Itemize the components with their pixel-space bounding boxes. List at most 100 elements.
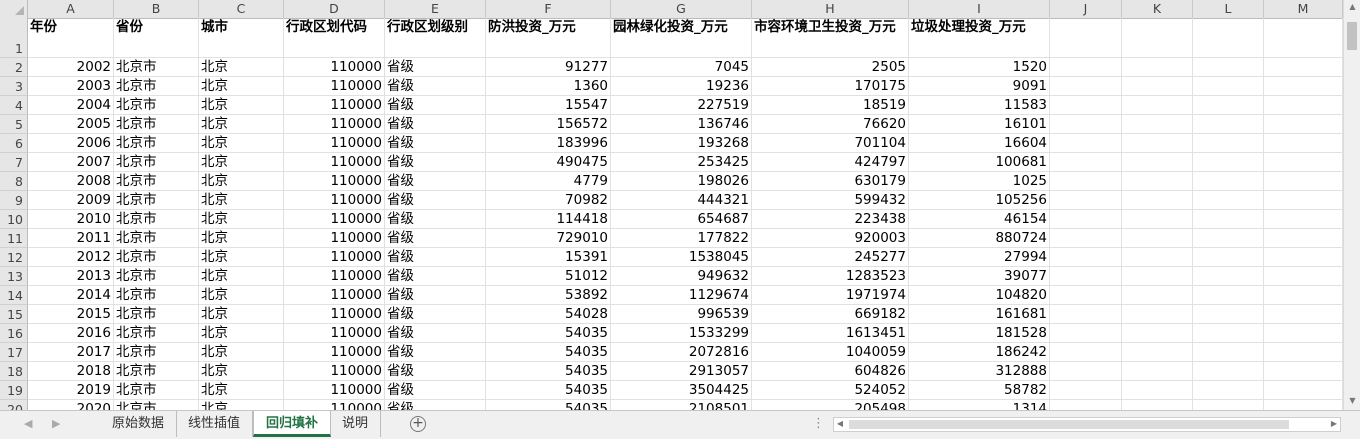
cell-j[interactable] — [1050, 305, 1122, 324]
cell-l[interactable] — [1193, 305, 1264, 324]
cell-k[interactable] — [1122, 248, 1193, 267]
row-header-13[interactable]: 13 — [0, 267, 28, 286]
cell-m[interactable] — [1264, 267, 1343, 286]
cell-c[interactable]: 北京 — [199, 286, 284, 305]
cell-l[interactable] — [1193, 134, 1264, 153]
cell-d[interactable]: 110000 — [284, 96, 385, 115]
cell-h[interactable]: 669182 — [752, 305, 909, 324]
cell-g[interactable]: 136746 — [611, 115, 752, 134]
row-header-1[interactable]: 1 — [0, 18, 28, 58]
cell-c[interactable]: 北京 — [199, 96, 284, 115]
cell-d[interactable]: 110000 — [284, 267, 385, 286]
cell-b[interactable]: 北京市 — [114, 153, 199, 172]
cell-h[interactable]: 630179 — [752, 172, 909, 191]
cell-h[interactable]: 1971974 — [752, 286, 909, 305]
cell-b[interactable]: 北京市 — [114, 172, 199, 191]
cell-l[interactable] — [1193, 400, 1264, 410]
cell-e[interactable]: 省级 — [385, 96, 486, 115]
cell-i[interactable]: 1025 — [909, 172, 1050, 191]
cell-c[interactable]: 北京 — [199, 229, 284, 248]
row-header-15[interactable]: 15 — [0, 305, 28, 324]
cell-l[interactable] — [1193, 229, 1264, 248]
scroll-right-icon[interactable]: ▶ — [1328, 419, 1340, 428]
cell-l[interactable] — [1193, 77, 1264, 96]
cell-k[interactable] — [1122, 153, 1193, 172]
cell-g[interactable]: 227519 — [611, 96, 752, 115]
cell-m[interactable] — [1264, 400, 1343, 410]
cell-c[interactable]: 北京 — [199, 343, 284, 362]
cell-e[interactable]: 省级 — [385, 191, 486, 210]
cell-i[interactable]: 161681 — [909, 305, 1050, 324]
cell-g[interactable]: 177822 — [611, 229, 752, 248]
cell-e[interactable]: 省级 — [385, 115, 486, 134]
cell-k[interactable] — [1122, 134, 1193, 153]
cell-c[interactable]: 北京 — [199, 324, 284, 343]
row-header-9[interactable]: 9 — [0, 191, 28, 210]
cell-l[interactable] — [1193, 267, 1264, 286]
cell-b[interactable]: 北京市 — [114, 305, 199, 324]
cell-d[interactable]: 110000 — [284, 58, 385, 77]
row-header-8[interactable]: 8 — [0, 172, 28, 191]
cell-b[interactable]: 北京市 — [114, 248, 199, 267]
cell-g[interactable]: 193268 — [611, 134, 752, 153]
cell-i[interactable]: 9091 — [909, 77, 1050, 96]
cell-e[interactable]: 省级 — [385, 153, 486, 172]
cell-d[interactable]: 110000 — [284, 172, 385, 191]
cell-f[interactable]: 15547 — [486, 96, 611, 115]
cell-f[interactable]: 54035 — [486, 324, 611, 343]
column-header-a[interactable]: A — [28, 0, 114, 18]
cell-f[interactable]: 183996 — [486, 134, 611, 153]
cell-j[interactable] — [1050, 400, 1122, 410]
cell-f[interactable]: 729010 — [486, 229, 611, 248]
cell-a[interactable]: 2012 — [28, 248, 114, 267]
cell-g[interactable]: 198026 — [611, 172, 752, 191]
right-arrow-icon[interactable]: ▶ — [52, 417, 60, 430]
cell-l[interactable] — [1193, 115, 1264, 134]
cell-h[interactable]: 170175 — [752, 77, 909, 96]
cell-h[interactable]: 2505 — [752, 58, 909, 77]
header-cell-d[interactable]: 行政区划代码 — [284, 18, 385, 58]
cell-g[interactable]: 444321 — [611, 191, 752, 210]
cell-k[interactable] — [1122, 343, 1193, 362]
cell-a[interactable]: 2007 — [28, 153, 114, 172]
column-header-e[interactable]: E — [385, 0, 486, 18]
cell-g[interactable]: 949632 — [611, 267, 752, 286]
cell-j[interactable] — [1050, 134, 1122, 153]
cell-j[interactable] — [1050, 96, 1122, 115]
cell-d[interactable]: 110000 — [284, 115, 385, 134]
cell-f[interactable]: 1360 — [486, 77, 611, 96]
cell-f[interactable]: 490475 — [486, 153, 611, 172]
cell-j[interactable] — [1050, 77, 1122, 96]
cell-c[interactable]: 北京 — [199, 153, 284, 172]
cell-m[interactable] — [1264, 362, 1343, 381]
cell-a[interactable]: 2010 — [28, 210, 114, 229]
cell-f[interactable]: 70982 — [486, 191, 611, 210]
cell-l[interactable] — [1193, 362, 1264, 381]
cell-m[interactable] — [1264, 343, 1343, 362]
cell-j[interactable] — [1050, 343, 1122, 362]
cell-e[interactable]: 省级 — [385, 324, 486, 343]
row-header-4[interactable]: 4 — [0, 96, 28, 115]
cell-i[interactable]: 312888 — [909, 362, 1050, 381]
cell-j[interactable] — [1050, 286, 1122, 305]
cell-f[interactable]: 53892 — [486, 286, 611, 305]
cell-f[interactable]: 4779 — [486, 172, 611, 191]
cell-m[interactable] — [1264, 96, 1343, 115]
cell-m[interactable] — [1264, 77, 1343, 96]
row-header-18[interactable]: 18 — [0, 362, 28, 381]
cell-c[interactable]: 北京 — [199, 305, 284, 324]
cell-f[interactable]: 54028 — [486, 305, 611, 324]
cell-d[interactable]: 110000 — [284, 343, 385, 362]
cell-l[interactable] — [1193, 248, 1264, 267]
cell-d[interactable]: 110000 — [284, 134, 385, 153]
cell-d[interactable]: 110000 — [284, 362, 385, 381]
cell-l[interactable] — [1193, 96, 1264, 115]
plus-circle-icon[interactable]: + — [410, 416, 426, 432]
column-header-d[interactable]: D — [284, 0, 385, 18]
cell-e[interactable]: 省级 — [385, 58, 486, 77]
cell-d[interactable]: 110000 — [284, 77, 385, 96]
vertical-scrollbar[interactable]: ▲ ▼ — [1343, 0, 1360, 410]
cell-e[interactable]: 省级 — [385, 362, 486, 381]
cell-i[interactable]: 27994 — [909, 248, 1050, 267]
cell-j[interactable] — [1050, 248, 1122, 267]
